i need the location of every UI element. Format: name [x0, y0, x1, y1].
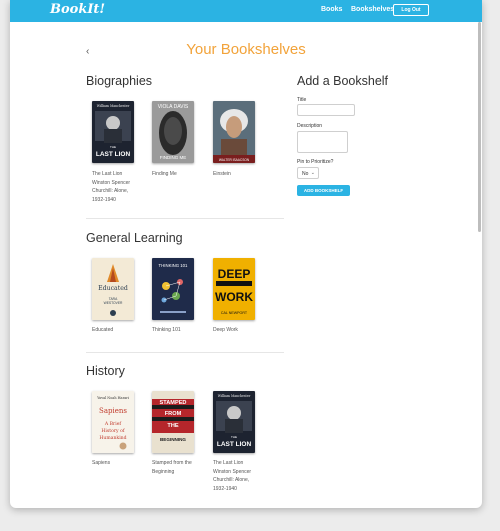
navbar: BookIt! Books Bookshelves Log Out	[10, 0, 482, 22]
cover-title-line: FROM	[165, 411, 182, 417]
cover-author: William Manchester	[97, 104, 130, 108]
shelf-divider	[86, 352, 284, 353]
title-input[interactable]	[297, 104, 355, 116]
pin-select-value: No	[302, 171, 309, 177]
book-caption[interactable]: Finding Me	[152, 170, 208, 179]
shelf-title: History	[86, 364, 125, 378]
book-caption[interactable]: Thinking 101	[152, 326, 208, 335]
cover-title-line: LAST LION	[217, 441, 252, 448]
cover-title-line: STAMPED	[160, 400, 187, 406]
cover-title-line: WORK	[215, 290, 253, 304]
description-label: Description	[297, 123, 323, 129]
cover-title-line: THE	[231, 435, 237, 439]
book-caption[interactable]: Sapiens	[92, 459, 148, 468]
cover-author: WALTER ISAACSON	[219, 158, 250, 162]
pin-select[interactable]: No ⌄	[297, 167, 319, 179]
book-cover-thinking-101[interactable]: THINKING 101	[152, 258, 194, 320]
book-caption[interactable]: Einstein	[213, 170, 269, 179]
description-textarea[interactable]	[297, 131, 348, 153]
page-title: Your Bookshelves	[186, 41, 306, 58]
add-bookshelf-button[interactable]: ADD BOOKSHELF	[297, 185, 350, 196]
shelf-divider	[86, 218, 284, 219]
cover-title-line: THE	[110, 145, 116, 149]
title-label: Title	[297, 97, 307, 103]
pin-label: Pin to Prioritize?	[297, 159, 334, 165]
shelf-title: General Learning	[86, 231, 183, 245]
cover-title-line: Sapiens	[99, 407, 127, 415]
cover-author: VIOLA DAVIS	[158, 104, 189, 110]
book-cover-last-lion[interactable]: William Manchester THE LAST LION	[92, 101, 134, 163]
book-caption[interactable]: The Last Lion Winston Spencer Churchill:…	[92, 170, 148, 204]
cover-title-line: Educated	[98, 285, 128, 292]
cover-author: Yuval Noah Harari	[96, 396, 129, 400]
shelf-title: Biographies	[86, 74, 153, 88]
cover-title-line: LAST LION	[96, 151, 131, 158]
cover-subtitle-line: History of	[101, 428, 124, 434]
cover-author: William Manchester	[218, 394, 251, 398]
nav-books-link[interactable]: Books	[321, 6, 342, 13]
book-cover-stamped[interactable]: STAMPED FROM THE BEGINNING	[152, 391, 194, 453]
cover-subtitle-line: A Brief	[104, 421, 122, 427]
book-cover-finding-me[interactable]: VIOLA DAVIS FINDING ME	[152, 101, 194, 163]
cover-title-line: FINDING ME	[160, 155, 187, 160]
chevron-down-icon: ⌄	[310, 170, 315, 176]
book-caption[interactable]: Stamped from the Beginning	[152, 459, 208, 476]
cover-title-line: THE	[167, 423, 178, 429]
book-caption[interactable]: Educated	[92, 326, 148, 335]
cover-author: CAL NEWPORT	[221, 311, 248, 315]
cover-title-line: BEGINNING	[160, 437, 186, 442]
cover-subtitle-line: Humankind	[99, 435, 126, 441]
add-bookshelf-title: Add a Bookshelf	[297, 74, 389, 88]
app-window: BookIt! Books Bookshelves Log Out ‹ Your…	[10, 0, 482, 508]
book-cover-sapiens[interactable]: Yuval Noah Harari Sapiens A Brief Histor…	[92, 391, 134, 453]
book-cover-educated[interactable]: Educated TARA WESTOVER	[92, 258, 134, 320]
cover-title-line: THINKING 101	[159, 263, 189, 268]
book-cover-last-lion[interactable]: William Manchester THE LAST LION	[213, 391, 255, 453]
brand-logo[interactable]: BookIt!	[50, 2, 105, 17]
cover-author: WESTOVER	[104, 301, 123, 305]
book-caption[interactable]: The Last Lion Winston Spencer Churchill:…	[213, 459, 269, 493]
nav-bookshelves-link[interactable]: Bookshelves	[351, 6, 394, 13]
book-cover-deep-work[interactable]: DEEP WORK CAL NEWPORT	[213, 258, 255, 320]
book-caption[interactable]: Deep Work	[213, 326, 269, 335]
cover-title-line: DEEP	[218, 267, 251, 281]
book-cover-einstein[interactable]: WALTER ISAACSON	[213, 101, 255, 163]
logout-button[interactable]: Log Out	[393, 4, 429, 16]
